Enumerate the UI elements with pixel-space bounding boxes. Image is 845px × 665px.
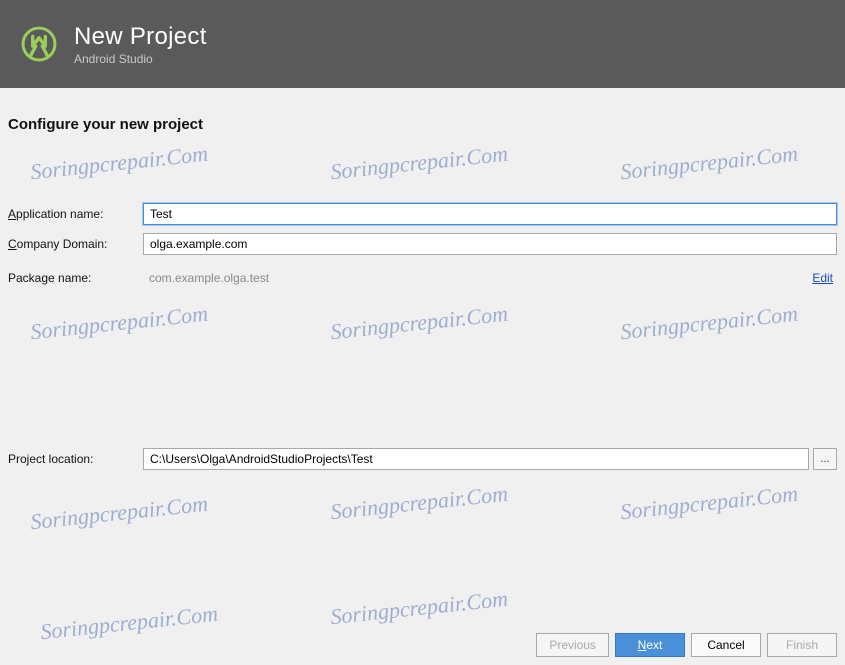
finish-button[interactable]: Finish: [767, 633, 837, 657]
next-button[interactable]: Next: [615, 633, 685, 657]
watermark: Soringpcrepair.Com: [329, 586, 509, 630]
browse-location-button[interactable]: ...: [813, 448, 837, 470]
project-location-input[interactable]: [143, 448, 809, 470]
company-domain-input[interactable]: [143, 233, 837, 255]
project-location-label: Project location:: [8, 452, 143, 466]
wizard-content: Configure your new project Application n…: [0, 88, 845, 470]
watermark: Soringpcrepair.Com: [39, 601, 219, 645]
project-location-row: Project location: ...: [8, 448, 837, 470]
application-name-label: Application name:: [8, 207, 143, 221]
package-name-row: Package name: com.example.olga.test Edit: [8, 271, 837, 285]
android-studio-logo-icon: [18, 23, 60, 65]
company-domain-row: Company Domain:: [8, 233, 837, 255]
section-title: Configure your new project: [8, 116, 837, 133]
wizard-header: New Project Android Studio: [0, 0, 845, 88]
cancel-button[interactable]: Cancel: [691, 633, 761, 657]
company-domain-label: Company Domain:: [8, 237, 143, 251]
watermark: Soringpcrepair.Com: [29, 491, 209, 535]
wizard-title: New Project: [74, 23, 207, 51]
application-name-input[interactable]: [143, 203, 837, 225]
edit-package-link[interactable]: Edit: [812, 271, 837, 285]
application-name-row: Application name:: [8, 203, 837, 225]
watermark: Soringpcrepair.Com: [329, 481, 509, 525]
wizard-subtitle: Android Studio: [74, 52, 207, 66]
wizard-footer: Previous Next Cancel Finish: [536, 633, 837, 657]
watermark: Soringpcrepair.Com: [619, 481, 799, 525]
package-name-label: Package name:: [8, 271, 143, 285]
package-name-value: com.example.olga.test: [143, 271, 269, 285]
previous-button[interactable]: Previous: [536, 633, 609, 657]
